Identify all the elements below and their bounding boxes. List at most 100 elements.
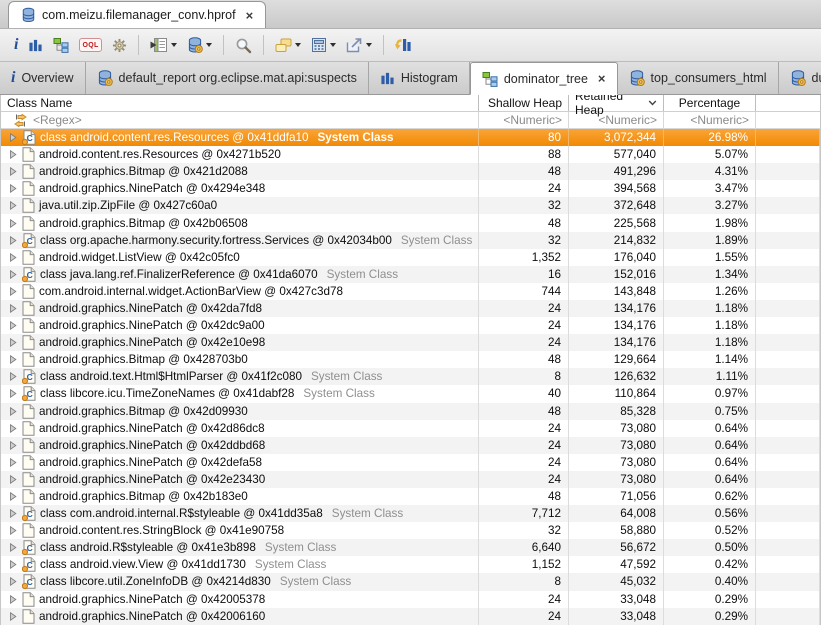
expand-arrow-icon[interactable]: [9, 355, 18, 364]
expand-arrow-icon[interactable]: [9, 304, 18, 313]
column-header-shallow-heap[interactable]: Shallow Heap: [479, 95, 569, 111]
table-row[interactable]: Cclass java.lang.ref.FinalizerReference …: [1, 266, 820, 283]
expand-arrow-icon[interactable]: [9, 612, 18, 621]
table-row[interactable]: Cclass android.text.Html$HtmlParser @ 0x…: [1, 368, 820, 385]
editor-tab-hprof[interactable]: com.meizu.filemanager_conv.hprof ×: [8, 1, 266, 28]
table-row[interactable]: android.graphics.NinePatch @ 0x42dc9a002…: [1, 317, 820, 334]
customize-button[interactable]: [108, 36, 131, 55]
expand-arrow-icon[interactable]: [9, 150, 18, 159]
expand-arrow-icon[interactable]: [9, 270, 18, 279]
close-icon[interactable]: ×: [598, 72, 606, 85]
object-icon: [22, 609, 35, 624]
table-row[interactable]: Cclass libcore.util.ZoneInfoDB @ 0x4214d…: [1, 573, 820, 590]
table-row[interactable]: Cclass com.android.internal.R$styleable …: [1, 505, 820, 522]
table-row[interactable]: Cclass org.apache.harmony.security.fortr…: [1, 232, 820, 249]
class-name-cell: android.graphics.Bitmap @ 0x42b183e0: [1, 488, 479, 505]
dropdown-arrow-icon[interactable]: [330, 43, 336, 47]
expand-arrow-icon[interactable]: [9, 475, 18, 484]
expand-arrow-icon[interactable]: [9, 219, 18, 228]
expand-arrow-icon[interactable]: [9, 236, 18, 245]
table-row[interactable]: Cclass libcore.icu.TimeZoneNames @ 0x41d…: [1, 385, 820, 402]
expand-arrow-icon[interactable]: [9, 509, 18, 518]
table-row[interactable]: android.graphics.Bitmap @ 0x42b183e04871…: [1, 488, 820, 505]
oql-button[interactable]: OQL: [75, 36, 105, 54]
table-row[interactable]: android.graphics.NinePatch @ 0x42da7fd82…: [1, 300, 820, 317]
table-row[interactable]: android.graphics.Bitmap @ 0x421d20884849…: [1, 163, 820, 180]
export-button[interactable]: [342, 35, 376, 55]
query-browser-button[interactable]: [146, 35, 181, 55]
row-filler: [756, 197, 820, 214]
expand-arrow-icon[interactable]: [9, 543, 18, 552]
column-header-class-name[interactable]: Class Name: [1, 95, 479, 111]
table-row[interactable]: android.graphics.NinePatch @ 0x42defa582…: [1, 454, 820, 471]
table-row[interactable]: android.content.res.Resources @ 0x4271b5…: [1, 146, 820, 163]
table-row[interactable]: Cclass android.view.View @ 0x41dd1730Sys…: [1, 556, 820, 573]
table-row[interactable]: com.android.internal.widget.ActionBarVie…: [1, 283, 820, 300]
table-row[interactable]: android.widget.ListView @ 0x42c05fc01,35…: [1, 249, 820, 266]
expand-arrow-icon[interactable]: [9, 407, 18, 416]
dominator-tree-button[interactable]: [49, 35, 73, 55]
expand-arrow-icon[interactable]: [9, 287, 18, 296]
group-by-button[interactable]: [271, 36, 305, 55]
search-button[interactable]: [231, 35, 256, 56]
expand-arrow-icon[interactable]: [9, 389, 18, 398]
table-row[interactable]: android.graphics.NinePatch @ 0x4294e3482…: [1, 180, 820, 197]
dropdown-arrow-icon[interactable]: [366, 43, 372, 47]
info-button[interactable]: i: [10, 36, 22, 54]
regex-filter-input[interactable]: <Regex>: [1, 112, 479, 128]
histogram-button[interactable]: [24, 36, 47, 55]
tab-dominator-tree[interactable]: dominator_tree×: [470, 62, 618, 95]
table-row[interactable]: java.util.zip.ZipFile @ 0x427c60a032372,…: [1, 197, 820, 214]
table-row[interactable]: android.graphics.NinePatch @ 0x42e234302…: [1, 471, 820, 488]
expand-arrow-icon[interactable]: [9, 424, 18, 433]
expand-arrow-icon[interactable]: [9, 526, 18, 535]
table-row[interactable]: android.graphics.NinePatch @ 0x42e10e982…: [1, 334, 820, 351]
shallow-heap-cell: 744: [479, 283, 569, 300]
row-filler: [756, 591, 820, 608]
expand-arrow-icon[interactable]: [9, 201, 18, 210]
retained-heap-filter-input[interactable]: <Numeric>: [569, 112, 664, 128]
tab-default-report[interactable]: default_report org.eclipse.mat.api:suspe…: [86, 62, 369, 94]
expand-arrow-icon[interactable]: [9, 441, 18, 450]
tab-duplicate-classes[interactable]: duplicate_classes: [779, 62, 821, 94]
expand-arrow-icon[interactable]: [9, 595, 18, 604]
percentage-filter-input[interactable]: <Numeric>: [664, 112, 756, 128]
expand-arrow-icon[interactable]: [9, 184, 18, 193]
expand-arrow-icon[interactable]: [9, 133, 18, 142]
run-report-button[interactable]: [183, 35, 216, 55]
compare-button[interactable]: [391, 35, 416, 55]
table-row[interactable]: android.graphics.NinePatch @ 0x42d86dc82…: [1, 420, 820, 437]
class-name-cell: com.android.internal.widget.ActionBarVie…: [1, 283, 479, 300]
tab-overview[interactable]: iOverview: [0, 62, 86, 94]
table-row[interactable]: android.graphics.Bitmap @ 0x42b065084822…: [1, 214, 820, 231]
column-header-retained-heap[interactable]: Retained Heap: [569, 95, 664, 111]
table-row[interactable]: android.graphics.NinePatch @ 0x420053782…: [1, 591, 820, 608]
table-row[interactable]: Cclass android.content.res.Resources @ 0…: [1, 129, 820, 146]
shallow-heap-cell: 32: [479, 522, 569, 539]
expand-arrow-icon[interactable]: [9, 321, 18, 330]
column-header-percentage[interactable]: Percentage: [664, 95, 756, 111]
table-row[interactable]: Cclass android.R$styleable @ 0x41e3b898S…: [1, 539, 820, 556]
expand-arrow-icon[interactable]: [9, 492, 18, 501]
close-icon[interactable]: ×: [246, 9, 254, 22]
table-row[interactable]: android.graphics.NinePatch @ 0x420061602…: [1, 608, 820, 625]
expand-arrow-icon[interactable]: [9, 167, 18, 176]
shallow-heap-filter-input[interactable]: <Numeric>: [479, 112, 569, 128]
table-row[interactable]: android.graphics.Bitmap @ 0x428703b04812…: [1, 351, 820, 368]
expand-arrow-icon[interactable]: [9, 338, 18, 347]
table-row[interactable]: android.graphics.Bitmap @ 0x42d099304885…: [1, 403, 820, 420]
dropdown-arrow-icon[interactable]: [295, 43, 301, 47]
expand-arrow-icon[interactable]: [9, 577, 18, 586]
retained-heap-cell: 73,080: [569, 471, 664, 488]
tab-top-consumers-html[interactable]: top_consumers_html: [618, 62, 779, 94]
expand-arrow-icon[interactable]: [9, 372, 18, 381]
expand-arrow-icon[interactable]: [9, 560, 18, 569]
table-row[interactable]: android.content.res.StringBlock @ 0x41e9…: [1, 522, 820, 539]
expand-arrow-icon[interactable]: [9, 253, 18, 262]
calculate-retained-size-button[interactable]: [307, 35, 340, 55]
dropdown-arrow-icon[interactable]: [206, 43, 212, 47]
tab-histogram[interactable]: Histogram: [369, 62, 470, 94]
dropdown-arrow-icon[interactable]: [171, 43, 177, 47]
table-row[interactable]: android.graphics.NinePatch @ 0x42ddbd682…: [1, 437, 820, 454]
expand-arrow-icon[interactable]: [9, 458, 18, 467]
